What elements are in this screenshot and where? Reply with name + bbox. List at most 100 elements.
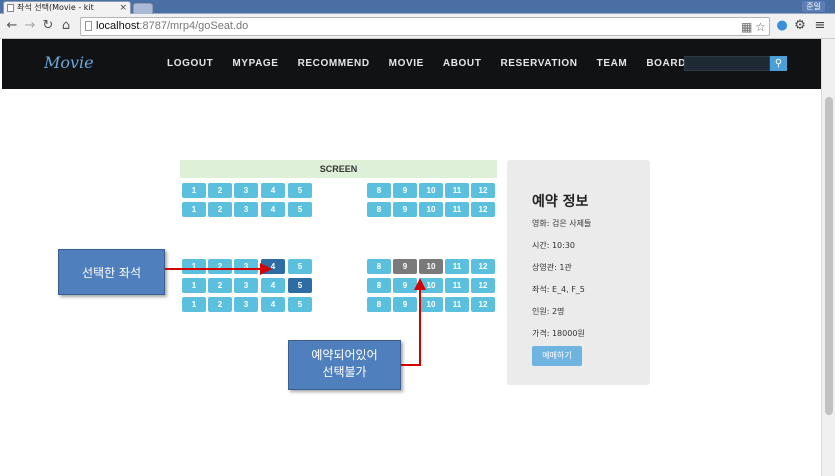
seat-available[interactable]: 9	[393, 278, 417, 293]
browser-tab-bar: 좌석 선택(Movie - kit × 준일	[0, 0, 835, 14]
seat-selected[interactable]: 4	[261, 259, 285, 274]
seat-available[interactable]: 5	[288, 297, 312, 312]
back-icon[interactable]: ←	[4, 18, 20, 34]
page-info-icon	[85, 21, 92, 31]
reserved-callout-line2: 선택불가	[322, 365, 367, 379]
info-movie: 영화: 검은 사제들	[532, 219, 592, 228]
menu-item-team[interactable]: TEAM	[597, 58, 628, 69]
seat-available[interactable]: 10	[419, 297, 443, 312]
scrollbar-thumb[interactable]	[825, 97, 833, 415]
browser-tab[interactable]: 좌석 선택(Movie - kit ×	[3, 1, 131, 14]
info-time: 시간: 10:30	[532, 241, 576, 250]
seat-available[interactable]: 4	[261, 202, 285, 217]
seat-available[interactable]: 2	[208, 297, 232, 312]
reserved-callout-line1: 예약되어있어	[311, 348, 378, 362]
seat-available[interactable]: 9	[393, 297, 417, 312]
seat-available[interactable]: 2	[208, 183, 232, 198]
new-tab-button[interactable]	[133, 3, 153, 14]
menu-item-about[interactable]: ABOUT	[443, 58, 482, 69]
seat-available[interactable]: 11	[445, 202, 469, 217]
menu-item-mypage[interactable]: MYPAGE	[232, 58, 278, 69]
home-icon[interactable]: ⌂	[58, 18, 74, 34]
site-search-input[interactable]	[684, 56, 770, 71]
address-bar[interactable]: localhost:8787/mrp4/goSeat.do ▦ ☆	[80, 17, 770, 36]
seat-available[interactable]: 8	[367, 278, 391, 293]
browser-toolbar: ← → ↻ ⌂ localhost:8787/mrp4/goSeat.do ▦ …	[0, 14, 835, 39]
seat-available[interactable]: 1	[182, 183, 206, 198]
close-icon[interactable]: ×	[119, 2, 127, 14]
reserved-seat-callout: 예약되어있어 선택불가	[288, 340, 401, 390]
translate-icon[interactable]: ▦	[741, 21, 752, 34]
seat-available[interactable]: 12	[471, 202, 495, 217]
menu-item-recommend[interactable]: RECOMMEND	[298, 58, 370, 69]
site-navbar: Movie LOGOUT MYPAGE RECOMMEND MOVIE ABOU…	[2, 39, 822, 89]
menu-item-logout[interactable]: LOGOUT	[167, 58, 213, 69]
seat-available[interactable]: 8	[367, 202, 391, 217]
gear-icon[interactable]: ⚙	[792, 18, 808, 34]
seat-available[interactable]: 3	[234, 259, 258, 274]
reload-icon[interactable]: ↻	[40, 18, 56, 34]
menu-item-movie[interactable]: MOVIE	[389, 58, 424, 69]
seat-available[interactable]: 5	[288, 259, 312, 274]
seat-available[interactable]: 8	[367, 297, 391, 312]
seat-available[interactable]: 10	[419, 202, 443, 217]
seat-reserved: 9	[393, 259, 417, 274]
seat-available[interactable]: 3	[234, 297, 258, 312]
screen-label: SCREEN	[180, 160, 497, 178]
selected-seat-callout: 선택한 좌석	[58, 249, 165, 295]
profile-button[interactable]: 준일	[802, 1, 825, 12]
seat-available[interactable]: 3	[234, 183, 258, 198]
seat-available[interactable]: 2	[208, 202, 232, 217]
seat-available[interactable]: 8	[367, 183, 391, 198]
seat-available[interactable]: 12	[471, 183, 495, 198]
info-hall: 상영관: 1관	[532, 263, 572, 272]
seat-available[interactable]: 10	[419, 278, 443, 293]
site-logo[interactable]: Movie	[44, 53, 94, 72]
seat-available[interactable]: 12	[471, 278, 495, 293]
info-seats: 좌석: E_4, F_5	[532, 285, 585, 294]
seat-available[interactable]: 4	[261, 183, 285, 198]
reservation-info-panel: 예약 정보 영화: 검은 사제들 시간: 10:30 상영관: 1관 좌석: E…	[507, 160, 650, 385]
page-icon	[7, 4, 14, 12]
seat-available[interactable]: 4	[261, 278, 285, 293]
seat-available[interactable]: 10	[419, 183, 443, 198]
url-path: :8787/mrp4/goSeat.do	[139, 20, 249, 32]
info-people: 인원: 2명	[532, 307, 565, 316]
seat-available[interactable]: 1	[182, 278, 206, 293]
info-title: 예약 정보	[532, 194, 589, 210]
seat-available[interactable]: 5	[288, 202, 312, 217]
star-icon[interactable]: ☆	[755, 21, 766, 34]
seat-available[interactable]: 2	[208, 278, 232, 293]
info-price: 가격: 18000원	[532, 329, 585, 338]
main-menu: LOGOUT MYPAGE RECOMMEND MOVIE ABOUT RESE…	[167, 58, 705, 69]
seat-available[interactable]: 11	[445, 259, 469, 274]
seat-available[interactable]: 4	[261, 297, 285, 312]
seat-available[interactable]: 1	[182, 202, 206, 217]
page-scrollbar[interactable]	[821, 39, 835, 476]
seat-available[interactable]: 2	[208, 259, 232, 274]
menu-icon[interactable]: ≡	[812, 18, 828, 34]
search-icon[interactable]: ⚲	[770, 56, 787, 71]
seat-available[interactable]: 9	[393, 202, 417, 217]
seat-available[interactable]: 1	[182, 259, 206, 274]
menu-item-board[interactable]: BOARD	[646, 58, 686, 69]
seat-available[interactable]: 3	[234, 202, 258, 217]
book-button[interactable]: 예매하기	[532, 346, 582, 366]
seat-available[interactable]: 5	[288, 183, 312, 198]
seat-available[interactable]: 11	[445, 297, 469, 312]
menu-item-reservation[interactable]: RESERVATION	[500, 58, 577, 69]
seat-selected[interactable]: 5	[288, 278, 312, 293]
seat-available[interactable]: 12	[471, 297, 495, 312]
seat-available[interactable]: 11	[445, 183, 469, 198]
seat-available[interactable]: 9	[393, 183, 417, 198]
forward-icon[interactable]: →	[22, 18, 38, 34]
seat-available[interactable]: 12	[471, 259, 495, 274]
seat-available[interactable]: 3	[234, 278, 258, 293]
seat-available[interactable]: 1	[182, 297, 206, 312]
url-host: localhost	[96, 20, 140, 32]
seat-available[interactable]: 8	[367, 259, 391, 274]
tab-title: 좌석 선택(Movie - kit	[17, 3, 94, 12]
extension-icon[interactable]: ●	[774, 18, 790, 34]
seat-reserved: 10	[419, 259, 443, 274]
seat-available[interactable]: 11	[445, 278, 469, 293]
